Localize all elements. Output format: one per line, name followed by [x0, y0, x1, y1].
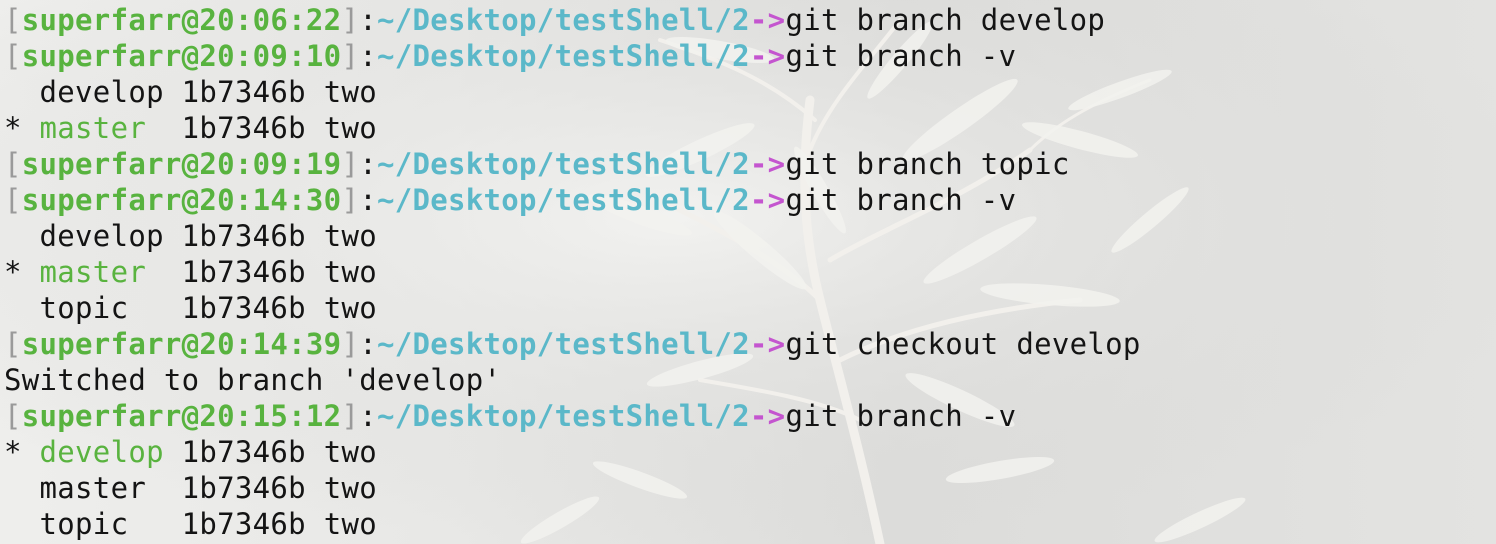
- branch-list-row: topic 1b7346b two: [39, 507, 377, 541]
- checkout-output: Switched to branch 'develop': [4, 363, 502, 397]
- prompt-line: [superfarr@20:14:30]:~/Desktop/testShell…: [4, 183, 1017, 217]
- prompt-line: [superfarr@20:06:22]:~/Desktop/testShell…: [4, 3, 1106, 37]
- prompt-line: [superfarr@20:09:19]:~/Desktop/testShell…: [4, 147, 1070, 181]
- prompt-line: [superfarr@20:09:10]:~/Desktop/testShell…: [4, 39, 1017, 73]
- prompt-line: [superfarr@20:14:39]:~/Desktop/testShell…: [4, 327, 1141, 361]
- branch-list-row: develop 1b7346b two: [39, 75, 377, 109]
- branch-list-row: topic 1b7346b two: [39, 291, 377, 325]
- prompt-line: [superfarr@20:15:12]:~/Desktop/testShell…: [4, 399, 1017, 433]
- branch-list-row: master 1b7346b two: [39, 471, 377, 505]
- branch-list-row-current: * master 1b7346b two: [4, 111, 377, 145]
- branch-list-row-current: * master 1b7346b two: [4, 255, 377, 289]
- branch-list-row-current: * develop 1b7346b two: [4, 435, 377, 469]
- terminal-output[interactable]: [superfarr@20:06:22]:~/Desktop/testShell…: [0, 0, 1496, 544]
- branch-list-row: develop 1b7346b two: [39, 219, 377, 253]
